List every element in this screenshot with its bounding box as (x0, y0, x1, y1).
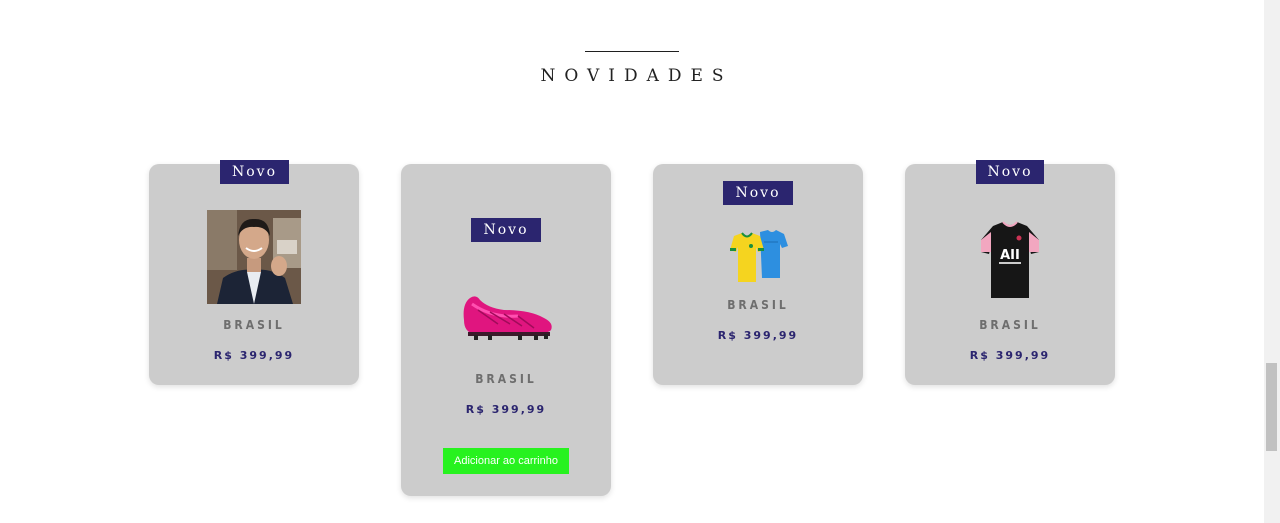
product-image-person-photo[interactable] (207, 210, 301, 304)
product-price: R$ 399,99 (717, 329, 799, 342)
product-card[interactable]: Novo BRASIL R$ 399,99 (149, 160, 359, 385)
product-name[interactable]: BRASIL (653, 298, 863, 312)
new-badge: Novo (723, 181, 793, 205)
product-name[interactable]: BRASIL (401, 372, 611, 386)
product-card[interactable]: Novo BRASIL R$ 399,99 Adicionar ao carri… (401, 164, 611, 496)
scrollbar-thumb[interactable] (1266, 363, 1277, 451)
product-name[interactable]: BRASIL (905, 318, 1115, 332)
svg-text:AII: AII (1000, 248, 1020, 263)
product-name[interactable]: BRASIL (149, 318, 359, 332)
add-to-cart-button[interactable]: Adicionar ao carrinho (443, 448, 569, 474)
page-scrollbar[interactable] (1264, 0, 1280, 523)
product-price: R$ 399,99 (969, 349, 1051, 362)
section-title: NOVIDADES (540, 66, 733, 86)
product-image-pink-soccer-cleat[interactable] (458, 290, 556, 340)
new-badge: Novo (471, 218, 541, 242)
product-image-psg-black-jersey[interactable]: AII (979, 220, 1041, 300)
product-price: R$ 399,99 (465, 403, 547, 416)
product-price: R$ 399,99 (213, 349, 295, 362)
new-badge: Novo (220, 160, 289, 184)
product-image-brazil-jerseys[interactable] (730, 228, 788, 284)
new-badge: Novo (976, 160, 1044, 184)
product-card[interactable]: Novo AII BRASIL R$ 399,99 (905, 160, 1115, 385)
product-card[interactable]: Novo BRASIL R$ 399,99 (653, 164, 863, 385)
section-divider (585, 51, 679, 52)
